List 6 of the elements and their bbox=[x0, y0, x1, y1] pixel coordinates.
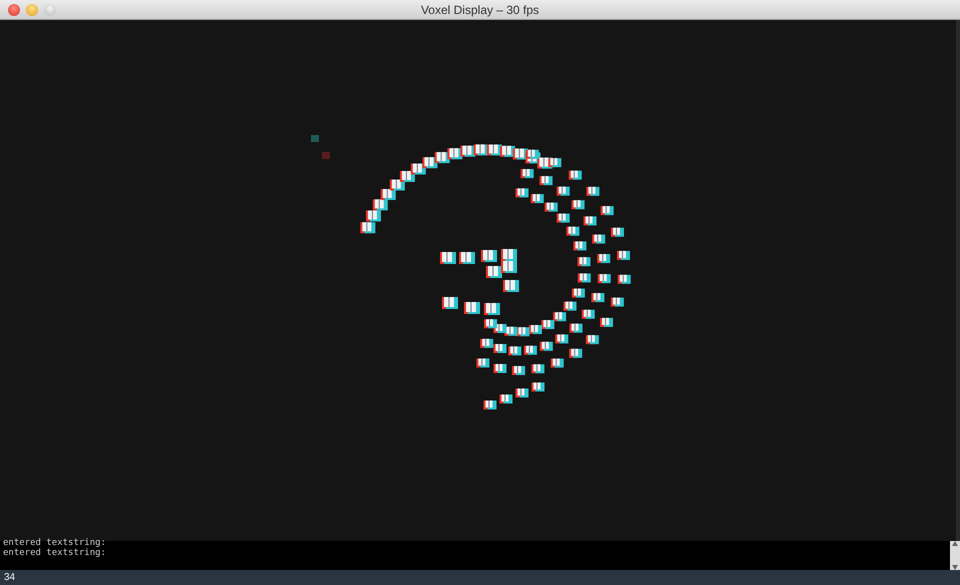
close-button[interactable] bbox=[8, 4, 20, 16]
scrollbar[interactable] bbox=[950, 541, 960, 570]
console-line: entered textstring: bbox=[3, 538, 107, 548]
console-line: entered textstring: bbox=[3, 548, 107, 558]
status-text: 34 bbox=[4, 572, 16, 583]
window-title: Voxel Display – 30 fps bbox=[420, 2, 540, 16]
